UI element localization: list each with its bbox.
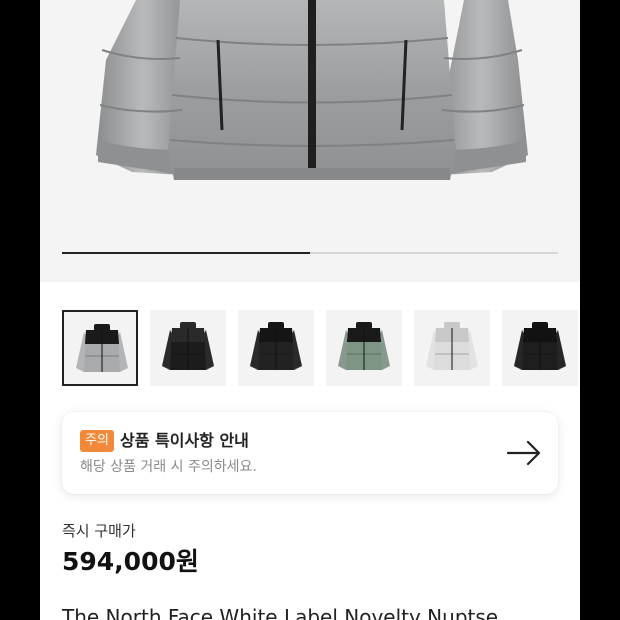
jacket-green-black-icon — [338, 322, 390, 370]
jacket-silver-black-icon — [76, 324, 128, 372]
notice-title: 상품 특이사항 안내 — [120, 431, 249, 450]
image-progress-bar — [62, 252, 558, 254]
product-image-carousel[interactable] — [40, 0, 580, 282]
jacket-black-glossy-icon — [162, 322, 214, 370]
jacket-black-icon — [514, 322, 566, 370]
jacket-black-matte-icon — [250, 322, 302, 370]
product-notice-card[interactable]: 주의 상품 특이사항 안내 해당 상품 거래 시 주의하세요. — [62, 412, 558, 494]
thumbnail-strip[interactable] — [62, 310, 580, 386]
thumbnail-5[interactable] — [414, 310, 490, 386]
jacket-white-camo-icon — [426, 322, 478, 370]
thumbnail-6[interactable] — [502, 310, 578, 386]
thumbnail-4[interactable] — [326, 310, 402, 386]
price-value: 594,000원 — [62, 547, 199, 576]
thumbnail-1[interactable] — [62, 310, 138, 386]
thumbnail-3[interactable] — [238, 310, 314, 386]
puffer-jacket-image — [96, 0, 528, 180]
warning-badge: 주의 — [80, 430, 114, 452]
product-name: The North Face White Label Novelty Nupts… — [62, 605, 499, 620]
product-page: 주의 상품 특이사항 안내 해당 상품 거래 시 주의하세요. 즉시 구매가 5… — [40, 0, 580, 620]
price-label: 즉시 구매가 — [62, 522, 136, 540]
notice-description: 해당 상품 거래 시 주의하세요. — [80, 459, 257, 475]
image-progress-fill — [62, 252, 310, 254]
thumbnail-2[interactable] — [150, 310, 226, 386]
arrow-right-icon[interactable] — [504, 434, 544, 472]
